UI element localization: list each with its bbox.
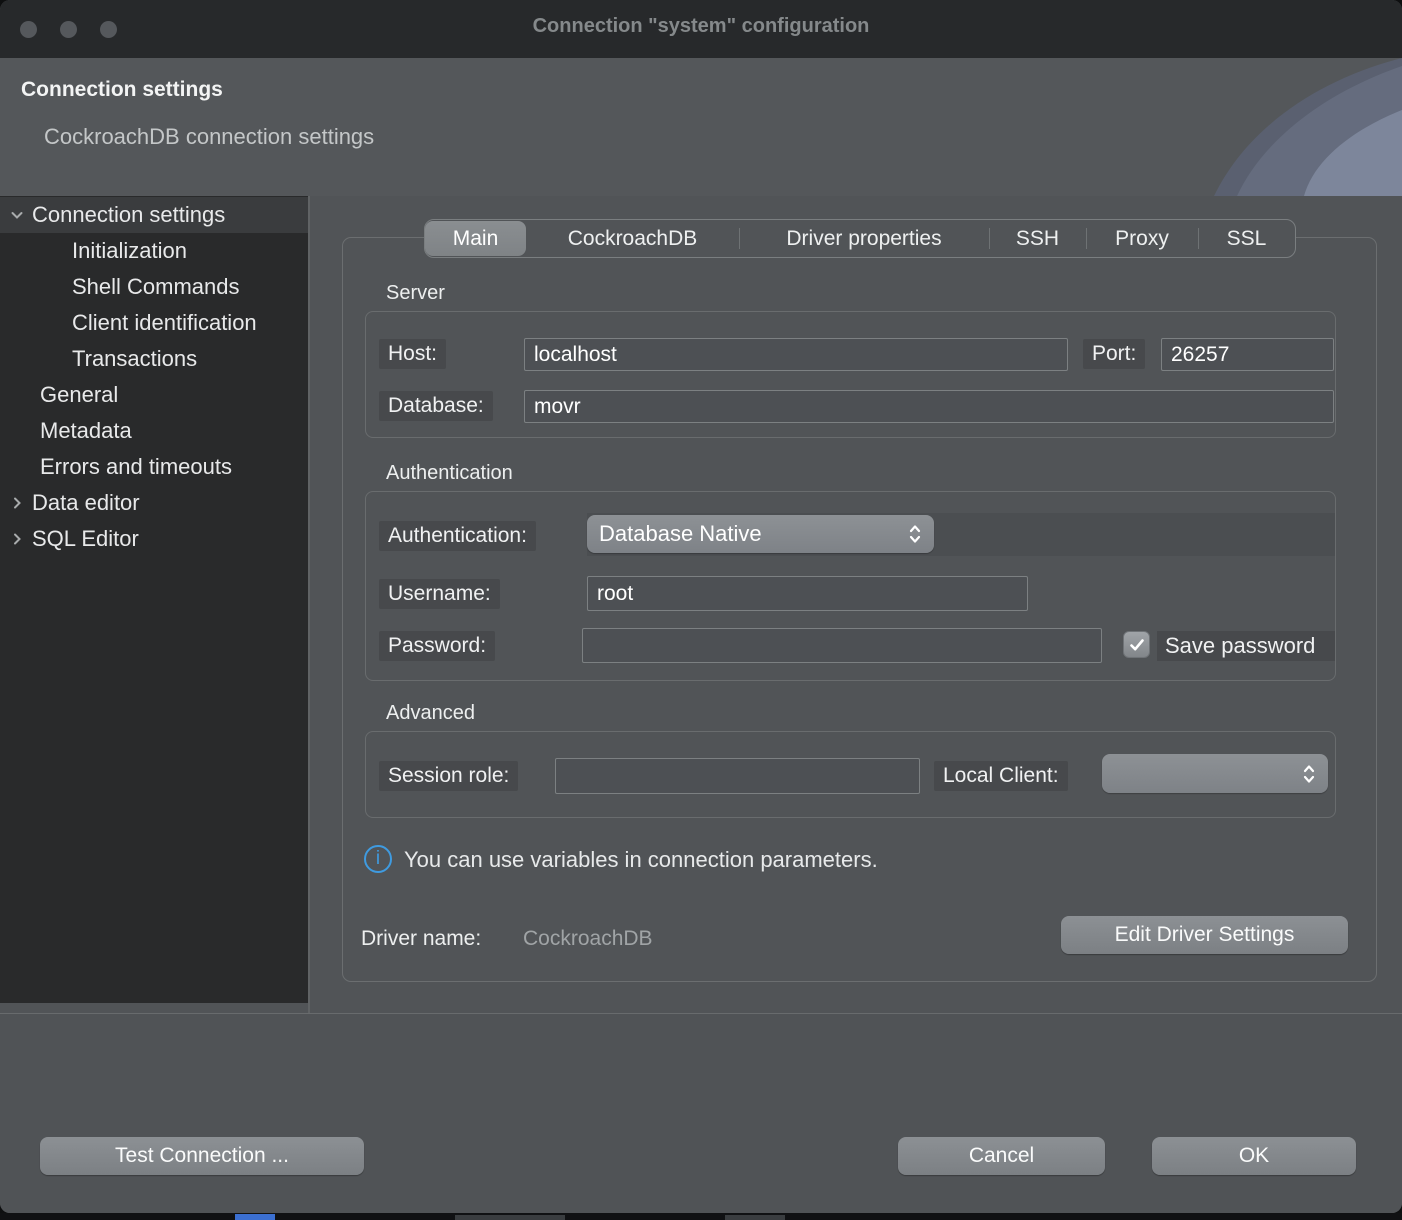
authentication-group: Authentication: Database Native Username…	[365, 491, 1336, 681]
settings-tree: Connection settings Initialization Shell…	[0, 196, 308, 1003]
checkmark-icon	[1128, 636, 1146, 654]
desktop-sliver	[235, 1214, 275, 1220]
desktop-sliver	[725, 1215, 785, 1220]
local-client-label: Local Client:	[934, 761, 1068, 791]
chevron-right-icon[interactable]	[0, 495, 32, 511]
cancel-button[interactable]: Cancel	[898, 1137, 1105, 1175]
tree-item-data-editor[interactable]: Data editor	[0, 485, 308, 521]
password-input[interactable]	[582, 628, 1102, 663]
tree-item-shell-commands[interactable]: Shell Commands	[0, 269, 308, 305]
session-role-input[interactable]	[555, 758, 920, 794]
dialog-header: Connection settings CockroachDB connecti…	[0, 58, 1402, 196]
tree-item-metadata[interactable]: Metadata	[0, 413, 308, 449]
host-label: Host:	[379, 339, 446, 369]
updown-chevron-icon	[908, 522, 922, 546]
port-input[interactable]	[1161, 338, 1334, 371]
save-password-label: Save password	[1165, 633, 1315, 659]
tree-item-initialization[interactable]: Initialization	[0, 233, 308, 269]
chevron-down-icon[interactable]	[0, 207, 32, 223]
info-icon: i	[364, 845, 392, 873]
tree-item-connection-settings[interactable]: Connection settings	[0, 197, 308, 233]
tab-driver-properties[interactable]: Driver properties	[739, 221, 989, 256]
title-bar: Connection "system" configuration	[0, 0, 1402, 58]
session-role-label: Session role:	[379, 761, 518, 791]
advanced-group: Session role: Local Client:	[365, 731, 1336, 818]
save-password-label-wrap: Save password	[1157, 631, 1336, 661]
username-input[interactable]	[587, 576, 1028, 611]
ok-button[interactable]: OK	[1152, 1137, 1356, 1175]
tree-item-label: Metadata	[0, 418, 132, 444]
driver-name-label: Driver name:	[361, 927, 481, 951]
info-message: You can use variables in connection para…	[404, 847, 878, 873]
tab-cockroachdb[interactable]: CockroachDB	[526, 221, 739, 256]
tab-ssl[interactable]: SSL	[1198, 221, 1295, 256]
host-input[interactable]	[524, 338, 1068, 371]
local-client-dropdown[interactable]	[1102, 754, 1328, 793]
page-title: Connection settings	[21, 78, 223, 102]
tab-bar: Main CockroachDB Driver properties SSH P…	[424, 219, 1296, 258]
tab-ssh[interactable]: SSH	[989, 221, 1086, 256]
authentication-label: Authentication:	[379, 521, 536, 551]
sidebar-divider	[308, 196, 310, 1013]
tree-item-client-identification[interactable]: Client identification	[0, 305, 308, 341]
edit-driver-settings-button[interactable]: Edit Driver Settings	[1061, 916, 1348, 954]
tree-item-label: General	[0, 382, 118, 408]
connection-dialog-window: Connection "system" configuration Connec…	[0, 0, 1402, 1213]
authentication-group-label: Authentication	[386, 462, 513, 485]
desktop-sliver	[455, 1215, 565, 1220]
page-subtitle: CockroachDB connection settings	[44, 124, 374, 150]
advanced-group-label: Advanced	[386, 702, 475, 725]
username-label: Username:	[379, 579, 500, 609]
authentication-dropdown-value: Database Native	[599, 521, 908, 547]
chevron-right-icon[interactable]	[0, 531, 32, 547]
tree-item-label: Data editor	[32, 490, 140, 516]
server-group-label: Server	[386, 282, 445, 305]
port-label: Port:	[1083, 339, 1145, 369]
tree-item-label: Errors and timeouts	[0, 454, 232, 480]
tree-item-label: Initialization	[0, 238, 187, 264]
driver-name-value: CockroachDB	[523, 927, 653, 951]
tree-item-label: SQL Editor	[32, 526, 139, 552]
tree-item-label: Shell Commands	[0, 274, 240, 300]
tree-item-label: Connection settings	[32, 202, 225, 228]
tree-item-transactions[interactable]: Transactions	[0, 341, 308, 377]
save-password-checkbox[interactable]	[1123, 631, 1150, 658]
updown-chevron-icon	[1302, 762, 1316, 786]
window-title: Connection "system" configuration	[0, 15, 1402, 38]
database-label: Database:	[379, 391, 493, 421]
tab-proxy[interactable]: Proxy	[1086, 221, 1198, 256]
test-connection-button[interactable]: Test Connection ...	[40, 1137, 364, 1175]
tree-item-sql-editor[interactable]: SQL Editor	[0, 521, 308, 557]
server-group: Host: Port: Database:	[365, 311, 1336, 438]
database-input[interactable]	[524, 390, 1334, 423]
footer: Test Connection ... Cancel OK	[0, 1014, 1402, 1213]
desktop-strip	[0, 1213, 1402, 1220]
tab-main[interactable]: Main	[425, 221, 526, 256]
password-label: Password:	[379, 631, 495, 661]
main-tab-panel: Server Host: Port: Database: Authenticat…	[342, 237, 1377, 982]
tree-item-general[interactable]: General	[0, 377, 308, 413]
tree-item-label: Client identification	[0, 310, 257, 336]
authentication-dropdown[interactable]: Database Native	[587, 515, 934, 553]
tree-item-label: Transactions	[0, 346, 197, 372]
tree-item-errors-and-timeouts[interactable]: Errors and timeouts	[0, 449, 308, 485]
decorative-curves	[1152, 58, 1402, 196]
